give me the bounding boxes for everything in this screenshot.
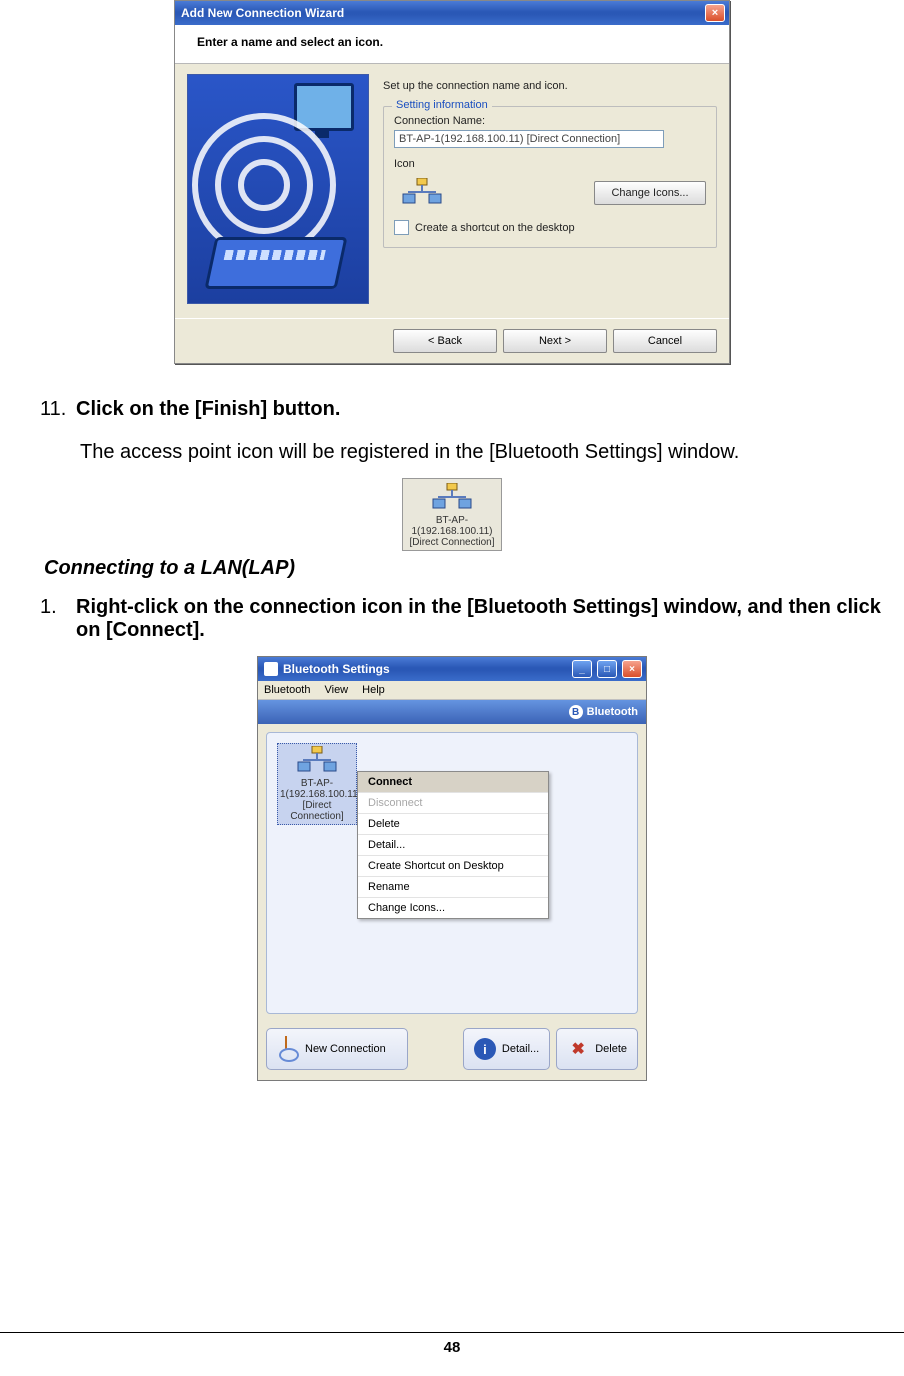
access-point-icon: BT-AP-1(192.168.100.11) [Direct Connecti… xyxy=(402,478,502,551)
bt-brand-text: Bluetooth xyxy=(587,706,638,718)
step-1-text: Right-click on the connection icon in th… xyxy=(76,596,896,642)
bluetooth-settings-window: Bluetooth Settings _ □ × Bluetooth View … xyxy=(257,656,647,1081)
network-icon xyxy=(297,746,337,776)
menu-bluetooth[interactable]: Bluetooth xyxy=(264,684,310,696)
ctx-rename[interactable]: Rename xyxy=(358,877,548,898)
connection-item[interactable]: BT-AP-1(192.168.100.11) [Direct Connecti… xyxy=(277,743,357,825)
section-subtitle: Connecting to a LAN(LAP) xyxy=(44,557,904,580)
wizard-illustration xyxy=(187,74,369,304)
close-icon[interactable]: × xyxy=(622,660,642,678)
ctx-shortcut[interactable]: Create Shortcut on Desktop xyxy=(358,856,548,877)
cancel-button[interactable]: Cancel xyxy=(613,329,717,353)
change-icons-button[interactable]: Change Icons... xyxy=(594,181,706,205)
close-icon[interactable]: × xyxy=(705,4,725,22)
antenna-icon xyxy=(277,1038,299,1060)
icon-label: Icon xyxy=(394,158,706,170)
step-11: 11. Click on the [Finish] button. xyxy=(40,398,904,421)
ctx-disconnect: Disconnect xyxy=(358,793,548,814)
step-number: 1. xyxy=(40,596,68,642)
maximize-icon[interactable]: □ xyxy=(597,660,617,678)
shortcut-row: Create a shortcut on the desktop xyxy=(394,220,706,235)
step-11-body: The access point icon will be registered… xyxy=(80,441,904,464)
minimize-icon[interactable]: _ xyxy=(572,660,592,678)
menu-help[interactable]: Help xyxy=(362,684,385,696)
page-footer: 48 xyxy=(0,1332,904,1356)
ctx-delete[interactable]: Delete xyxy=(358,814,548,835)
wizard-form: Set up the connection name and icon. Set… xyxy=(383,74,717,304)
delete-label: Delete xyxy=(595,1043,627,1055)
access-point-caption: BT-AP-1(192.168.100.11) [Direct Connecti… xyxy=(405,515,499,548)
delete-icon: ✖ xyxy=(567,1038,589,1060)
step-11-text: Click on the [Finish] button. xyxy=(76,398,340,421)
connection-name-input[interactable] xyxy=(394,130,664,148)
detail-button[interactable]: i Detail... xyxy=(463,1028,550,1070)
ctx-detail[interactable]: Detail... xyxy=(358,835,548,856)
setting-information-fieldset: Setting information Connection Name: Ico… xyxy=(383,106,717,248)
ctx-connect[interactable]: Connect xyxy=(358,772,548,793)
page-number: 48 xyxy=(444,1339,461,1356)
shortcut-label: Create a shortcut on the desktop xyxy=(415,222,575,234)
next-button[interactable]: Next > xyxy=(503,329,607,353)
new-connection-label: New Connection xyxy=(305,1043,386,1055)
bt-titlebar: Bluetooth Settings _ □ × xyxy=(258,657,646,681)
bt-title: Bluetooth Settings xyxy=(283,662,567,676)
wizard-header: Enter a name and select an icon. xyxy=(175,25,729,64)
bluetooth-titlebar-icon xyxy=(264,662,278,676)
fieldset-legend: Setting information xyxy=(392,99,492,111)
step-1: 1. Right-click on the connection icon in… xyxy=(40,596,904,642)
wizard-window: Add New Connection Wizard × Enter a name… xyxy=(174,0,730,364)
ctx-change-icons[interactable]: Change Icons... xyxy=(358,898,548,918)
detail-label: Detail... xyxy=(502,1043,539,1055)
network-icon xyxy=(432,483,472,513)
bt-menubar: Bluetooth View Help xyxy=(258,681,646,700)
context-menu: Connect Disconnect Delete Detail... Crea… xyxy=(357,771,549,919)
wizard-instruction: Set up the connection name and icon. xyxy=(383,80,717,92)
info-icon: i xyxy=(474,1038,496,1060)
wizard-title: Add New Connection Wizard xyxy=(181,6,705,20)
wizard-footer: < Back Next > Cancel xyxy=(175,318,729,363)
wizard-titlebar: Add New Connection Wizard × xyxy=(175,1,729,25)
step-number: 11. xyxy=(40,398,68,421)
bt-body: BT-AP-1(192.168.100.11) [Direct Connecti… xyxy=(266,732,638,1014)
wizard-body: Set up the connection name and icon. Set… xyxy=(175,64,729,318)
bluetooth-logo-icon: B xyxy=(569,705,583,719)
bt-brand-band: B Bluetooth xyxy=(258,700,646,724)
shortcut-checkbox[interactable] xyxy=(394,220,409,235)
connection-name-label: Connection Name: xyxy=(394,115,706,127)
menu-view[interactable]: View xyxy=(324,684,348,696)
network-icon xyxy=(402,178,442,208)
delete-button[interactable]: ✖ Delete xyxy=(556,1028,638,1070)
back-button[interactable]: < Back xyxy=(393,329,497,353)
bt-footer: New Connection i Detail... ✖ Delete xyxy=(258,1022,646,1080)
connection-item-label: BT-AP-1(192.168.100.11) [Direct Connecti… xyxy=(280,778,354,822)
new-connection-button[interactable]: New Connection xyxy=(266,1028,408,1070)
